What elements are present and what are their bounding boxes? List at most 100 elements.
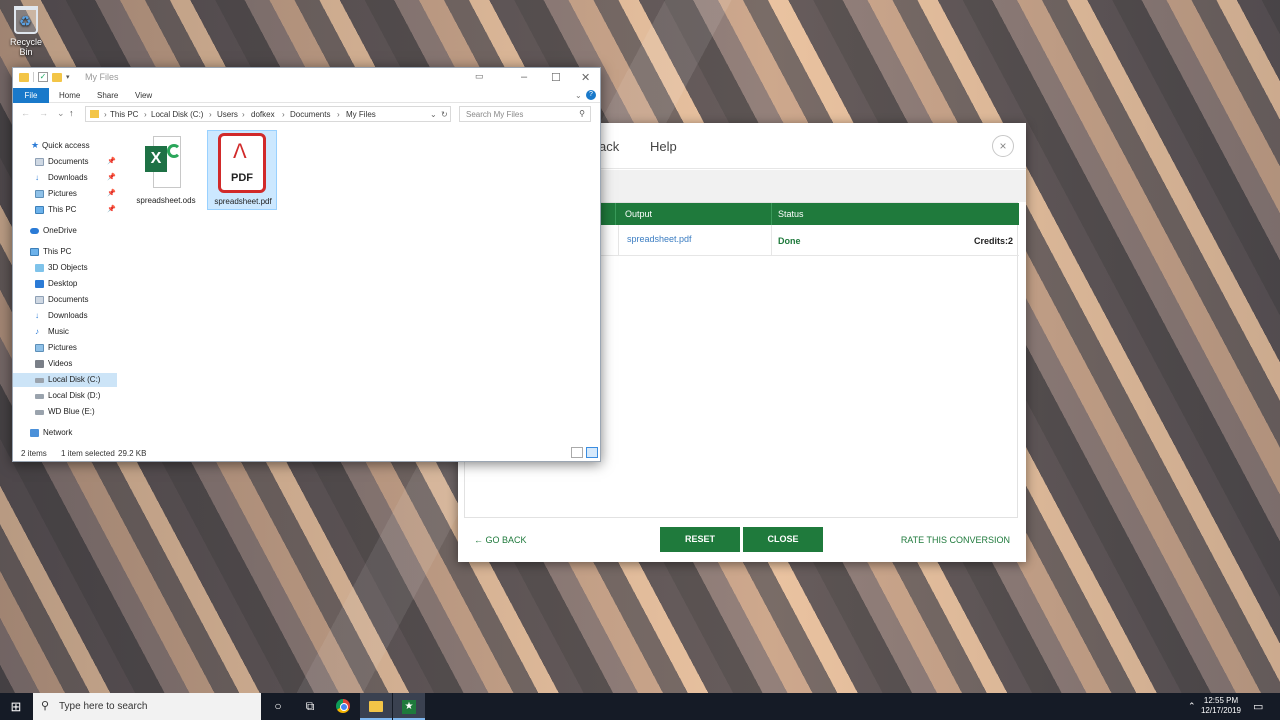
reset-button[interactable]: RESET [660, 527, 740, 552]
recent-dropdown-icon[interactable]: ⌄ [57, 108, 65, 119]
column-header-output: Output [625, 209, 653, 219]
new-folder-icon[interactable] [52, 72, 62, 82]
close-icon[interactable]: × [992, 135, 1014, 157]
refresh-icon[interactable]: ↻ [441, 110, 448, 119]
tablet-icon[interactable]: ▭ [475, 71, 484, 82]
breadcrumb-documents[interactable]: Documents [290, 110, 330, 119]
arrow-left-icon: ← [474, 535, 483, 545]
output-file-link[interactable]: spreadsheet.pdf [627, 234, 692, 244]
search-input[interactable]: Search My Files ⚲ [459, 106, 591, 122]
nav-item-documents[interactable]: Documents [13, 293, 117, 307]
nav-item-documents-pinned[interactable]: Documents 📌 [13, 155, 117, 169]
tab-share[interactable]: Share [97, 91, 118, 100]
nav-item-wd-blue-e[interactable]: WD Blue (E:) [13, 405, 117, 419]
column-divider [771, 225, 772, 256]
taskbar-search-box[interactable]: ⚲ Type here to search [33, 693, 261, 720]
rate-conversion-link[interactable]: RATE THIS CONVERSION [901, 535, 1010, 545]
properties-icon[interactable]: ✓ [38, 72, 48, 82]
nav-item-3d-objects[interactable]: 3D Objects [13, 261, 117, 275]
folder-icon [19, 72, 29, 82]
nav-label: Downloads [48, 173, 88, 182]
nav-item-downloads[interactable]: ↓ Downloads [13, 309, 117, 323]
nav-label: This PC [48, 205, 77, 214]
pin-icon: 📌 [107, 174, 116, 181]
nav-label: Pictures [48, 189, 77, 198]
chrome-icon[interactable] [327, 693, 359, 720]
back-arrow-icon[interactable]: ← [21, 108, 30, 118]
nav-feedback-link[interactable]: ack [599, 139, 619, 154]
address-dropdown-icon[interactable]: ⌄ [430, 110, 437, 119]
taskbar-search-placeholder: Type here to search [59, 701, 148, 712]
converter-app-taskbar-icon[interactable]: ★ [393, 693, 425, 720]
forward-arrow-icon[interactable]: → [39, 108, 48, 118]
nav-help-link[interactable]: Help [650, 139, 677, 154]
status-done: Done [778, 236, 801, 246]
drive-icon [35, 410, 44, 415]
nav-item-music[interactable]: ♪ Music [13, 325, 117, 339]
up-arrow-icon[interactable]: ↑ [69, 108, 74, 118]
download-arrow-icon: ↓ [35, 173, 39, 182]
file-item-ods[interactable]: X spreadsheet.ods [131, 130, 201, 210]
nav-item-local-disk-d[interactable]: Local Disk (D:) [13, 389, 117, 403]
explorer-title-bar: ✓ ▾ My Files ▭ – ☐ ✕ [13, 68, 600, 88]
tab-file[interactable]: File [13, 88, 49, 103]
nav-label: Local Disk (D:) [48, 391, 101, 400]
chevron-up-icon[interactable]: ⌃ [1188, 701, 1196, 712]
file-explorer-taskbar-icon[interactable] [360, 693, 392, 720]
pdf-label: PDF [231, 172, 253, 184]
close-window-button[interactable]: ✕ [581, 71, 590, 84]
nav-this-pc[interactable]: This PC [13, 245, 117, 259]
breadcrumb-local-disk[interactable]: Local Disk (C:) [151, 110, 203, 119]
close-button[interactable]: CLOSE [743, 527, 823, 552]
search-icon: ⚲ [41, 700, 50, 712]
breadcrumb-this-pc[interactable]: This PC [110, 110, 138, 119]
excel-x-badge: X [145, 146, 167, 172]
acrobat-swirl-icon: ᐱ [233, 141, 247, 163]
go-back-link[interactable]: ← GO BACK [474, 535, 527, 545]
nav-quick-access[interactable]: ★ Quick access [13, 139, 117, 153]
nav-item-videos[interactable]: Videos [13, 357, 117, 371]
pdf-file-icon: ᐱ PDF [218, 133, 266, 193]
computer-icon [35, 206, 44, 214]
maximize-button[interactable]: ☐ [551, 71, 561, 84]
file-item-pdf[interactable]: ᐱ PDF spreadsheet.pdf [207, 130, 277, 210]
help-icon[interactable]: ? [586, 90, 596, 100]
nav-item-pictures[interactable]: Pictures [13, 341, 117, 355]
minimize-button[interactable]: – [521, 71, 527, 83]
nav-label: Network [43, 428, 73, 437]
pictures-icon [35, 344, 44, 352]
task-view-icon[interactable]: ⧉ [294, 693, 326, 720]
drive-icon [35, 378, 44, 383]
system-clock[interactable]: 12:55 PM 12/17/2019 [1196, 696, 1246, 716]
nav-label: Documents [48, 295, 89, 304]
nav-item-this-pc-pinned[interactable]: This PC 📌 [13, 203, 117, 217]
tab-view[interactable]: View [135, 91, 152, 100]
pin-icon: 📌 [107, 190, 116, 197]
breadcrumb-my-files[interactable]: My Files [346, 110, 376, 119]
breadcrumb-user[interactable]: dofkex [251, 110, 275, 119]
expand-ribbon-icon[interactable]: ⌄ [575, 91, 582, 100]
customize-dropdown-icon[interactable]: ▾ [66, 73, 70, 81]
breadcrumb-users[interactable]: Users [217, 110, 238, 119]
go-back-label: GO BACK [485, 535, 527, 545]
nav-item-pictures-pinned[interactable]: Pictures 📌 [13, 187, 117, 201]
recycle-bin-shortcut[interactable]: Recycle Bin [4, 6, 48, 57]
tab-home[interactable]: Home [59, 91, 80, 100]
nav-label: OneDrive [43, 226, 77, 235]
notifications-icon[interactable]: ▭ [1253, 700, 1263, 713]
nav-item-local-disk-c[interactable]: Local Disk (C:) [13, 373, 117, 387]
cortana-icon[interactable]: ○ [262, 693, 294, 720]
computer-icon [30, 248, 39, 256]
nav-onedrive[interactable]: OneDrive [13, 224, 117, 238]
recycle-bin-label: Recycle Bin [9, 37, 42, 57]
details-view-icon[interactable] [571, 447, 583, 458]
nav-label: Videos [48, 359, 73, 368]
nav-network[interactable]: Network [13, 426, 117, 440]
nav-item-downloads-pinned[interactable]: ↓ Downloads 📌 [13, 171, 117, 185]
breadcrumb-separator: › [337, 110, 340, 119]
nav-item-desktop[interactable]: Desktop [13, 277, 117, 291]
windows-start-icon[interactable]: ⊞ [0, 693, 32, 720]
address-bar[interactable]: › This PC › Local Disk (C:) › Users › do… [85, 106, 451, 122]
file-name: spreadsheet.ods [136, 196, 196, 205]
large-icons-view-icon[interactable] [586, 447, 598, 458]
